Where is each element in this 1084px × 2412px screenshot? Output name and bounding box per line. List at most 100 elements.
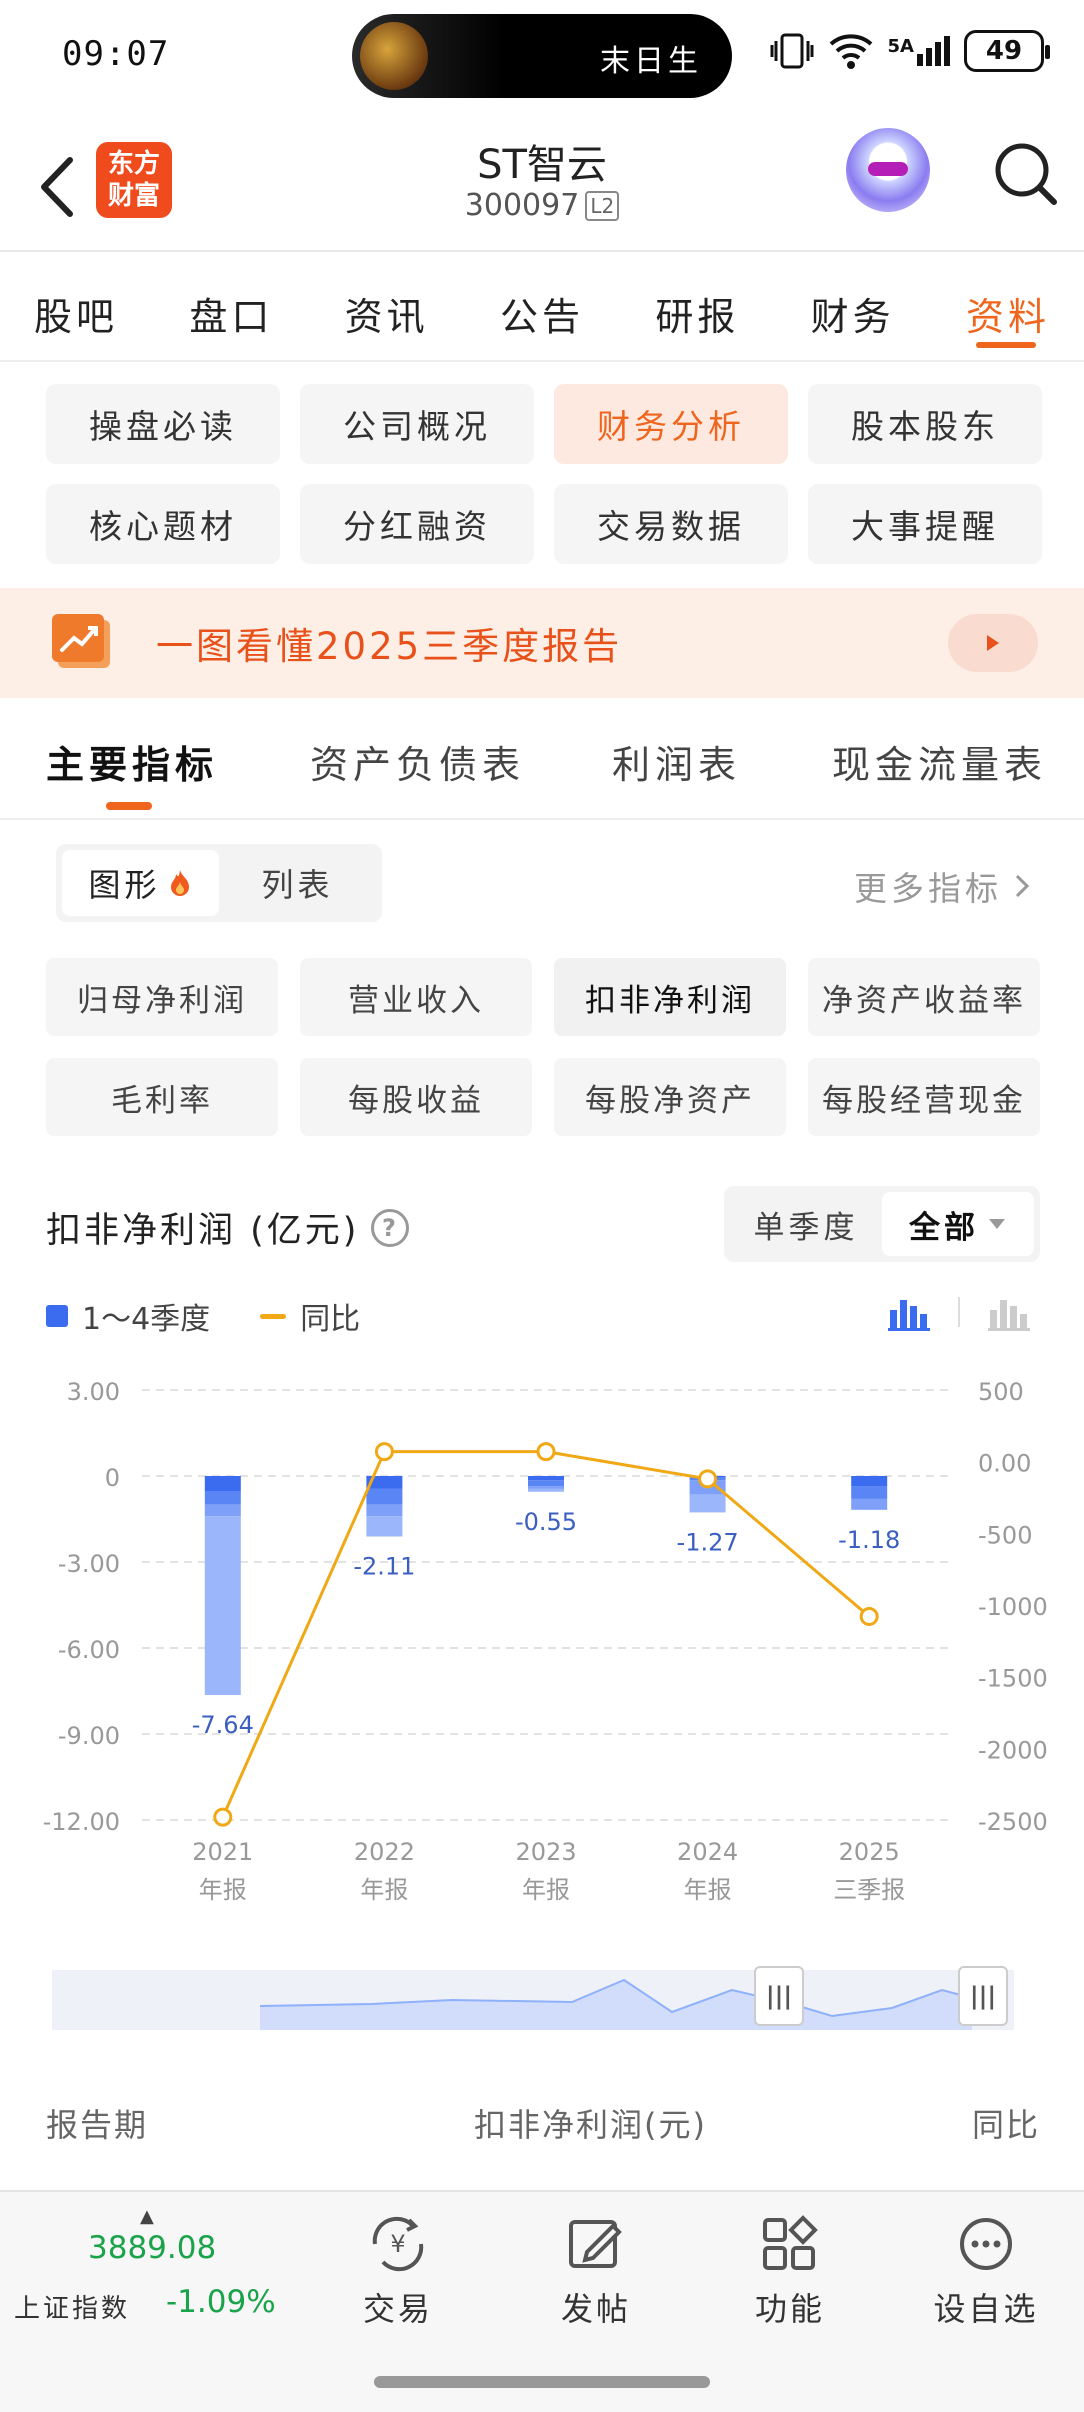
bar-segment	[689, 1494, 726, 1513]
period-toggle: 单季度 全部	[724, 1186, 1040, 1262]
subnav-core-themes[interactable]: 核心题材	[46, 484, 280, 564]
subnav-dividends[interactable]: 分红融资	[300, 484, 534, 564]
bar-segment	[366, 1516, 403, 1537]
metric-net-profit-parent[interactable]: 归母净利润	[46, 958, 278, 1036]
home-indicator	[374, 2376, 710, 2388]
left-tick-label: -12.00	[43, 1808, 120, 1836]
tab-guba[interactable]: 股吧	[34, 254, 118, 360]
grouped-bar-icon[interactable]	[986, 1292, 1032, 1332]
section-tabs: 主要指标 资产负债表 利润表 现金流量表	[0, 698, 1084, 820]
bar-value-label: -1.18	[838, 1526, 900, 1554]
metric-gross-margin[interactable]: 毛利率	[46, 1058, 278, 1136]
left-tick-label: -3.00	[58, 1550, 120, 1578]
more-indicators-link[interactable]: 更多指标	[854, 862, 1030, 910]
subnav-financial-analysis[interactable]: 财务分析	[554, 384, 788, 464]
stock-code: 300097	[464, 188, 580, 223]
left-tick-label: -6.00	[58, 1636, 120, 1664]
nav-add-watchlist[interactable]: 设自选	[916, 2212, 1056, 2330]
yoy-line	[221, 1450, 871, 1818]
x-tick-year: 2023	[515, 1838, 576, 1866]
x-tick-year: 2021	[192, 1838, 253, 1866]
col-deducted-net-profit: 扣非净利润(元)	[474, 2106, 707, 2144]
tab-finance[interactable]: 财务	[811, 254, 895, 360]
status-bar: 09:07 末日生 5A 49	[0, 0, 1084, 112]
vibrate-icon	[770, 33, 814, 69]
range-end-handle[interactable]: |||	[958, 1966, 1008, 2026]
metric-bvps[interactable]: 每股净资产	[554, 1058, 786, 1136]
range-start-handle[interactable]: |||	[754, 1966, 804, 2026]
yoy-point	[213, 1807, 233, 1827]
status-time: 09:07	[62, 34, 170, 74]
tab-income-statement[interactable]: 利润表	[612, 734, 741, 789]
bar-segment	[851, 1498, 888, 1510]
more-icon	[960, 2218, 1012, 2270]
subnav-trading-data[interactable]: 交易数据	[554, 484, 788, 564]
metric-deducted-net-profit[interactable]: 扣非净利润	[554, 958, 786, 1036]
bar-segment	[204, 1504, 241, 1517]
chart-title: 扣非净利润 (亿元) ?	[46, 1202, 410, 1253]
tab-key-indicators[interactable]: 主要指标	[46, 734, 218, 789]
battery-level: 49	[985, 36, 1023, 66]
tab-cash-flow[interactable]: 现金流量表	[832, 734, 1047, 789]
post-icon	[569, 2220, 622, 2268]
chart-legend: 1～4季度 同比	[46, 1294, 360, 1338]
left-tick-label: 0	[105, 1464, 120, 1492]
tab-pankou[interactable]: 盘口	[189, 254, 273, 360]
yoy-point	[698, 1469, 718, 1489]
bar-segment	[528, 1476, 564, 1481]
robot-assistant-avatar[interactable]	[846, 128, 930, 212]
bar-value-label: -1.27	[677, 1528, 739, 1556]
bar-value-label: -7.64	[192, 1711, 254, 1739]
nav-trade[interactable]: ¥ 交易	[328, 2212, 468, 2330]
tab-balance-sheet[interactable]: 资产负债表	[310, 734, 525, 789]
grid-icon	[763, 2215, 818, 2270]
x-tick-period: 三季报	[833, 1876, 905, 1904]
metric-ocf-per-share[interactable]: 每股经营现金	[808, 1058, 1040, 1136]
stacked-bar-icon[interactable]	[886, 1292, 932, 1332]
nav-post[interactable]: 发帖	[526, 2212, 666, 2330]
right-tick-label: -2000	[978, 1736, 1048, 1764]
bar-segment	[204, 1476, 241, 1492]
caret-down-icon	[989, 1219, 1005, 1229]
bar-segment	[851, 1486, 888, 1499]
metric-revenue[interactable]: 营业收入	[300, 958, 532, 1036]
tab-news[interactable]: 资讯	[345, 254, 429, 360]
subnav-shareholders[interactable]: 股本股东	[808, 384, 1042, 464]
nav-functions[interactable]: 功能	[720, 2212, 860, 2330]
right-tick-label: -1000	[978, 1593, 1048, 1621]
report-banner[interactable]: 一图看懂2025三季度报告	[0, 588, 1084, 698]
tab-research[interactable]: 研报	[655, 254, 739, 360]
subnav-company-overview[interactable]: 公司概况	[300, 384, 534, 464]
metric-selector: 归母净利润 营业收入 扣非净利润 净资产收益率 毛利率 每股收益 每股净资产 每…	[46, 958, 1042, 1136]
line-legend-label: 同比	[300, 1302, 361, 1337]
subnav-trading-must-read[interactable]: 操盘必读	[46, 384, 280, 464]
all-periods-label: 全部	[909, 1209, 979, 1246]
banner-play-button[interactable]	[948, 614, 1038, 672]
metric-roe[interactable]: 净资产收益率	[808, 958, 1040, 1036]
nav-functions-label: 功能	[754, 2290, 825, 2328]
bar-value-label: -2.11	[353, 1552, 415, 1580]
tab-announcements[interactable]: 公告	[500, 254, 584, 360]
fire-icon	[170, 870, 189, 896]
status-icons: 5A 49	[770, 30, 1050, 72]
search-icon[interactable]	[990, 134, 1060, 214]
nav-trade-label: 交易	[362, 2290, 433, 2328]
bar-legend-label: 1～4季度	[82, 1302, 211, 1337]
list-view-button[interactable]: 列表	[219, 850, 376, 916]
range-slider[interactable]: ||| |||	[52, 1966, 1014, 2030]
metric-eps[interactable]: 每股收益	[300, 1058, 532, 1136]
graph-view-button[interactable]: 图形	[62, 850, 219, 916]
single-quarter-button[interactable]: 单季度	[730, 1192, 882, 1256]
nav-post-label: 发帖	[560, 2290, 631, 2328]
x-tick-period: 年报	[522, 1876, 570, 1904]
subnav-events[interactable]: 大事提醒	[808, 484, 1042, 564]
all-periods-dropdown[interactable]: 全部	[882, 1192, 1034, 1256]
help-icon[interactable]: ?	[371, 1208, 410, 1247]
battery-icon: 49	[964, 30, 1050, 72]
bar-legend-swatch	[46, 1305, 68, 1327]
index-name: 上证指数	[14, 2294, 131, 2324]
media-pill[interactable]: 末日生	[352, 14, 732, 98]
chart-title-text: 扣非净利润 (亿元)	[46, 1211, 360, 1251]
right-tick-label: -500	[978, 1521, 1032, 1549]
tab-profile[interactable]: 资料	[966, 254, 1050, 360]
